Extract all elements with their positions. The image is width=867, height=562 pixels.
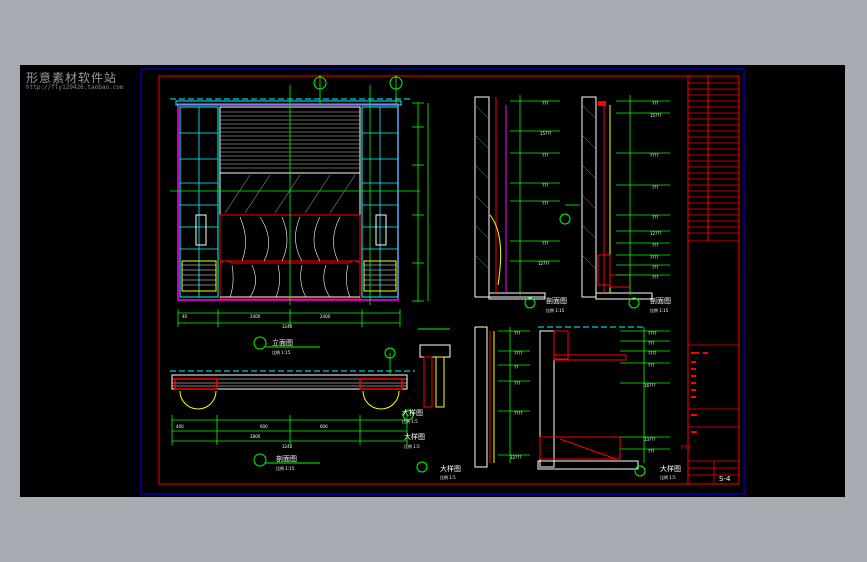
svg-text:???: ??? — [652, 215, 658, 220]
detail-2-drawing: ????????? ??????? 12??? 大样图 比例 1:5 — [416, 326, 530, 480]
svg-text:???: ??? — [652, 275, 658, 280]
section-2-drawing: ???15??????? ??????12??? ?????????? ??? … — [581, 95, 671, 313]
section-2-scale: 比例 1:15 — [650, 307, 669, 313]
svg-text:???: ??? — [652, 101, 658, 106]
sheet-number: S-4 — [719, 475, 731, 483]
detail-4-title: 大样图 — [660, 464, 681, 473]
svg-text:????: ???? — [514, 411, 523, 416]
svg-text:???: ??? — [542, 153, 548, 158]
svg-text:16???: 16??? — [644, 383, 655, 388]
svg-text:???: ??? — [652, 243, 658, 248]
detail-4-scale: 比例 1:5 — [660, 474, 676, 480]
svg-text:???: ??? — [652, 185, 658, 190]
project-name: ??? — [680, 444, 691, 452]
svg-text:2400: 2400 — [320, 314, 331, 319]
svg-text:40: 40 — [182, 314, 188, 319]
elevation-scale: 比例 1:15 — [272, 349, 291, 355]
cad-drawing: ??? S-4 40 2400 2400 3240 立面图 比例 1:15 40… — [140, 68, 745, 495]
svg-text:13???: 13??? — [644, 437, 655, 442]
detail-1-title: 大样图 — [404, 432, 425, 441]
detail-2-scale: 比例 1:5 — [440, 474, 456, 480]
svg-text:???: ??? — [542, 201, 548, 206]
svg-text:2400: 2400 — [250, 314, 261, 319]
svg-text:600: 600 — [320, 424, 328, 429]
detail-3-title: 大样图 — [402, 408, 423, 417]
detail-4-drawing: ??????????? ??? 16??? 13??? ??? 大样图 比例 1:5 — [537, 326, 681, 480]
svg-text:12???: 12??? — [650, 231, 661, 236]
svg-text:???: ??? — [648, 363, 654, 368]
section-1-scale: 比例 1:15 — [546, 307, 565, 313]
sheet-outer-frame — [140, 68, 745, 495]
svg-text:3240: 3240 — [282, 444, 293, 449]
detail-3-scale: 比例 1:5 — [402, 418, 418, 424]
svg-text:600: 600 — [260, 424, 268, 429]
plan-title: 剖面图 — [276, 454, 297, 463]
elevation-drawing: 40 2400 2400 3240 立面图 比例 1:15 — [170, 75, 429, 355]
svg-text:???: ??? — [648, 449, 654, 454]
svg-text:15???: 15??? — [650, 113, 661, 118]
svg-text:15???: 15??? — [540, 131, 551, 136]
svg-text:????: ???? — [650, 255, 659, 260]
sheet-inner-border — [158, 75, 740, 485]
svg-text:12???: 12??? — [510, 455, 521, 460]
svg-text:???: ??? — [542, 183, 548, 188]
section-1-drawing: ??? 15?????? ????????? 12??? 剖面图 比例 1:15 — [474, 95, 580, 313]
plan-section-drawing: 400 600 600 2800 3240 剖面图 比例 1:15 — [170, 347, 415, 471]
detail-2-title: 大样图 — [440, 464, 461, 473]
detail-1-scale: 比例 1:5 — [404, 443, 420, 449]
svg-text:???: ??? — [514, 381, 520, 386]
elevation-title: 立面图 — [272, 338, 293, 347]
svg-text:????: ???? — [514, 351, 523, 356]
svg-text:????: ???? — [650, 153, 659, 158]
cad-workspace: 形意素材软件站 http://fly129426.taobao.com ??? … — [0, 0, 867, 562]
svg-text:????: ???? — [648, 331, 657, 336]
svg-text:???: ??? — [542, 241, 548, 246]
svg-text:400: 400 — [176, 424, 184, 429]
drawing-canvas[interactable]: 形意素材软件站 http://fly129426.taobao.com ??? … — [20, 65, 845, 497]
svg-text:2800: 2800 — [250, 434, 261, 439]
svg-text:????: ???? — [648, 351, 657, 356]
svg-text:3240: 3240 — [282, 324, 293, 329]
section-1-title: 剖面图 — [546, 296, 567, 305]
svg-text:???: ??? — [648, 341, 654, 346]
plan-scale: 比例 1:15 — [276, 465, 295, 471]
title-block: ??? S-4 — [680, 75, 740, 485]
svg-text:12???: 12??? — [538, 261, 549, 266]
detail-1-drawing: 大样图 比例 1:5 大样图 比例 1:5 — [402, 328, 451, 449]
svg-text:??: ?? — [514, 365, 518, 370]
svg-text:???: ??? — [652, 265, 658, 270]
svg-text:???: ??? — [542, 101, 548, 106]
section-2-title: 剖面图 — [650, 296, 671, 305]
svg-text:???: ??? — [514, 331, 520, 336]
watermark-url: http://fly129426.taobao.com — [26, 84, 124, 91]
